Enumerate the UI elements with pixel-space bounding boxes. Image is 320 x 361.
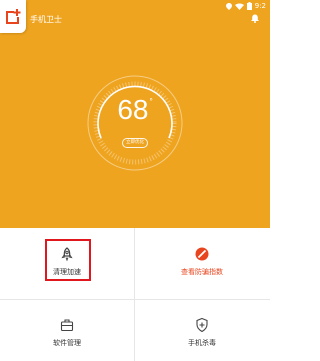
feature-grid: 清理加速 查看防骗指数 软件管理 手机杀毒 (0, 228, 270, 361)
no-entry-icon (195, 247, 209, 261)
wifi-icon (234, 3, 244, 10)
score-gauge: 68° 立即优化 (85, 73, 185, 173)
app-logo-badge[interactable] (0, 0, 26, 33)
tile-label: 查看防骗指数 (181, 268, 223, 276)
score-unit: ° (149, 97, 153, 106)
tile-label: 软件管理 (53, 339, 81, 347)
score-number: 68 (117, 94, 149, 125)
highlight-box (45, 239, 91, 281)
tile-label: 手机杀毒 (188, 339, 216, 347)
status-time: 9:2 (254, 2, 266, 10)
tile-fraud-index[interactable]: 查看防骗指数 (135, 228, 269, 299)
header-panel: 9:2 手机卫士 68° 立即优化 (0, 0, 270, 228)
shield-icon (196, 317, 208, 333)
app-title: 手机卫士 (30, 15, 62, 24)
optimize-button[interactable]: 立即优化 (122, 138, 148, 148)
status-bar: 9:2 (0, 0, 270, 14)
tile-antivirus[interactable]: 手机杀毒 (135, 300, 269, 361)
battery-icon (246, 2, 252, 10)
app-logo-icon (6, 9, 21, 24)
briefcase-icon (60, 319, 74, 332)
tile-app-management[interactable]: 软件管理 (0, 300, 134, 361)
score-value: 68° (85, 96, 185, 124)
notification-bell-icon[interactable] (251, 14, 259, 23)
location-icon (225, 2, 232, 10)
